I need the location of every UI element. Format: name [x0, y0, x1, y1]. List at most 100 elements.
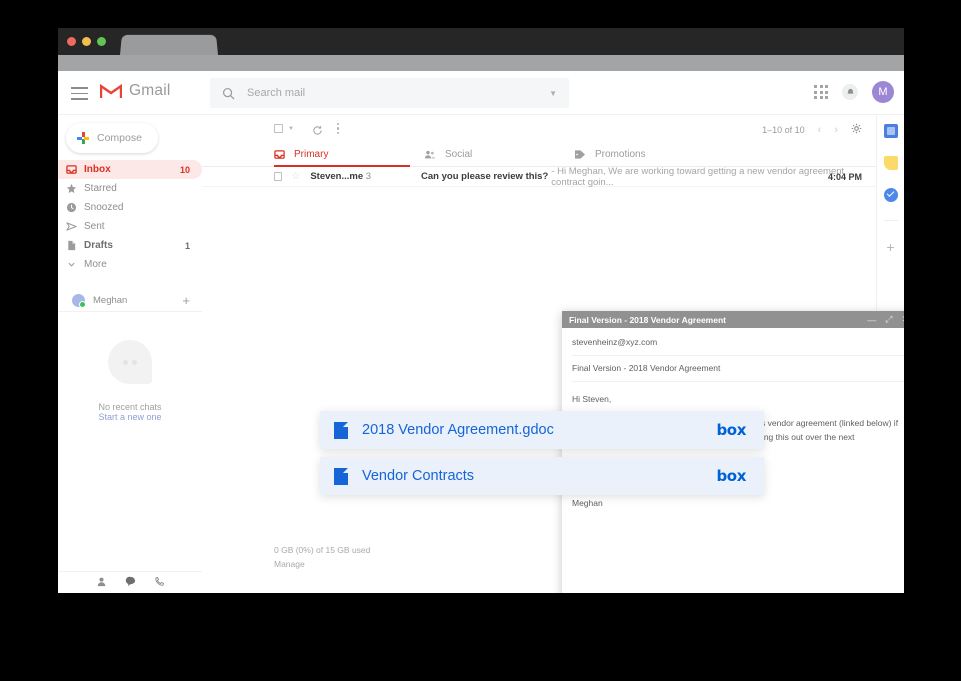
phone-icon[interactable]: [154, 574, 165, 592]
box-file-name: 2018 Vendor Agreement.gdoc: [362, 422, 554, 438]
chat-status-bar: [58, 571, 202, 593]
search-bar[interactable]: ▼: [210, 78, 569, 108]
minimize-icon[interactable]: —: [867, 315, 876, 325]
sidebar-item-drafts[interactable]: Drafts 1: [58, 236, 202, 255]
file-icon: [334, 421, 348, 439]
mail-sender-name: Steven...me: [310, 171, 364, 182]
close-icon[interactable]: ✕: [901, 314, 904, 325]
minimize-window-button[interactable]: [82, 37, 91, 46]
mail-sender: Steven...me 3: [310, 171, 421, 182]
chat-profile-row[interactable]: Meghan +: [58, 290, 202, 312]
tab-social[interactable]: Social: [424, 142, 472, 167]
chat-bubble-icon: [108, 340, 152, 384]
compose-greeting: Hi Steven,: [572, 394, 612, 404]
clock-icon: [58, 202, 84, 213]
apps-grid-icon[interactable]: [814, 85, 828, 99]
chat-profile-name: Meghan: [93, 295, 128, 306]
keep-note-icon[interactable]: [883, 156, 898, 170]
start-new-chat-link[interactable]: Start a new one: [58, 412, 202, 422]
sidebar-item-sent[interactable]: Sent: [58, 217, 202, 236]
inbox-icon: [58, 164, 84, 175]
avatar[interactable]: M: [872, 81, 894, 103]
chat-bubble-icon[interactable]: [125, 574, 136, 592]
compose-signature: Meghan: [572, 498, 603, 508]
sidebar-item-more[interactable]: More: [58, 255, 202, 274]
sidebar-item-label: Drafts: [84, 240, 113, 251]
mail-subject: Can you please review this?: [421, 171, 549, 182]
box-logo: box: [716, 421, 746, 439]
chevron-down-icon: [58, 260, 84, 269]
person-icon[interactable]: [96, 574, 107, 592]
tag-tab-icon: [574, 150, 586, 159]
bell-glyph: [846, 88, 854, 94]
compose-subject-field[interactable]: Final Version - 2018 Vendor Agreement: [572, 363, 904, 382]
storage-usage: 0 GB (0%) of 15 GB used: [274, 545, 371, 555]
sidebar-item-snoozed[interactable]: Snoozed: [58, 198, 202, 217]
sidebar-item-starred[interactable]: Starred: [58, 179, 202, 198]
refresh-button[interactable]: [312, 123, 323, 141]
pagination: 1–10 of 10 ‹ ›: [762, 123, 862, 136]
list-item[interactable]: 2018 Vendor Agreement.gdoc box: [320, 411, 764, 449]
gmail-header: Gmail ▼: [58, 71, 904, 115]
tab-label: Primary: [294, 149, 329, 160]
browser-toolbar: [58, 55, 904, 71]
send-icon: [58, 221, 84, 232]
compose-title: Final Version - 2018 Vendor Agreement: [569, 314, 726, 325]
plus-icon[interactable]: +: [886, 239, 894, 255]
compose-to-field[interactable]: stevenheinz@xyz.com: [572, 337, 904, 356]
mail-time: 4:04 PM: [827, 171, 862, 182]
select-all-checkbox[interactable]: ▼: [274, 124, 294, 133]
sidebar-item-inbox[interactable]: Inbox 10: [58, 160, 202, 179]
box-file-picker: 2018 Vendor Agreement.gdoc box Vendor Co…: [320, 411, 764, 495]
close-window-button[interactable]: [67, 37, 76, 46]
search-input[interactable]: [247, 87, 550, 99]
mail-thread-count: 3: [365, 171, 372, 182]
browser-tab[interactable]: [120, 34, 218, 55]
notification-bell-icon[interactable]: [842, 84, 858, 100]
star-icon: [58, 183, 84, 194]
compose-button[interactable]: Compose: [66, 123, 158, 153]
hamburger-menu-icon[interactable]: [71, 87, 88, 104]
inbox-tab-icon: [274, 150, 285, 159]
tasks-check-icon[interactable]: [883, 188, 898, 202]
maximize-window-button[interactable]: [97, 37, 106, 46]
list-item[interactable]: Vendor Contracts box: [320, 457, 764, 495]
chevron-right-icon[interactable]: ›: [834, 124, 838, 136]
tab-primary[interactable]: Primary: [274, 142, 412, 167]
kebab-menu-icon[interactable]: [337, 123, 340, 136]
sidebar-item-label: Inbox: [84, 164, 111, 175]
sidebar-item-count: 10: [179, 164, 190, 175]
sidebar-nav: Inbox 10 Starred Snoozed Sent Drafts 1 M…: [58, 160, 202, 274]
sidebar-item-label: Sent: [84, 221, 105, 232]
star-outline-icon[interactable]: ☆: [291, 171, 300, 182]
divider: [883, 220, 898, 221]
tab-label: Promotions: [595, 149, 646, 160]
calendar-icon[interactable]: [883, 124, 898, 138]
tab-promotions[interactable]: Promotions: [574, 142, 646, 167]
file-icon: [334, 467, 348, 485]
list-toolbar: ▼ 1–10 of 10 ‹ ›: [202, 115, 876, 142]
chevron-down-icon[interactable]: ▼: [288, 126, 294, 132]
gmail-m-icon: [100, 83, 122, 98]
sidebar-item-count: 1: [184, 240, 190, 251]
compose-header[interactable]: Final Version - 2018 Vendor Agreement — …: [562, 311, 904, 328]
chevron-left-icon[interactable]: ‹: [818, 124, 822, 136]
sidebar-item-label: Starred: [84, 183, 117, 194]
people-tab-icon: [424, 150, 436, 159]
expand-icon[interactable]: ⤢: [885, 314, 892, 325]
sidebar-item-label: More: [84, 259, 107, 270]
chevron-down-icon[interactable]: ▼: [549, 89, 557, 98]
search-icon: [222, 87, 235, 99]
sidebar-item-label: Snoozed: [84, 202, 124, 213]
box-logo: box: [716, 467, 746, 485]
compose-fields: stevenheinz@xyz.com Final Version - 2018…: [562, 328, 904, 382]
checkbox-icon[interactable]: [274, 172, 283, 181]
plus-icon[interactable]: +: [182, 293, 190, 308]
table-row[interactable]: ☆ Steven...me 3 Can you please review th…: [202, 166, 876, 188]
tab-label: Social: [445, 149, 473, 160]
gear-icon[interactable]: [851, 123, 862, 136]
storage-footer: 0 GB (0%) of 15 GB used Manage: [274, 543, 370, 571]
draft-icon: [58, 240, 84, 251]
manage-storage-link[interactable]: Manage: [274, 557, 370, 571]
gmail-logo[interactable]: Gmail: [100, 82, 170, 100]
